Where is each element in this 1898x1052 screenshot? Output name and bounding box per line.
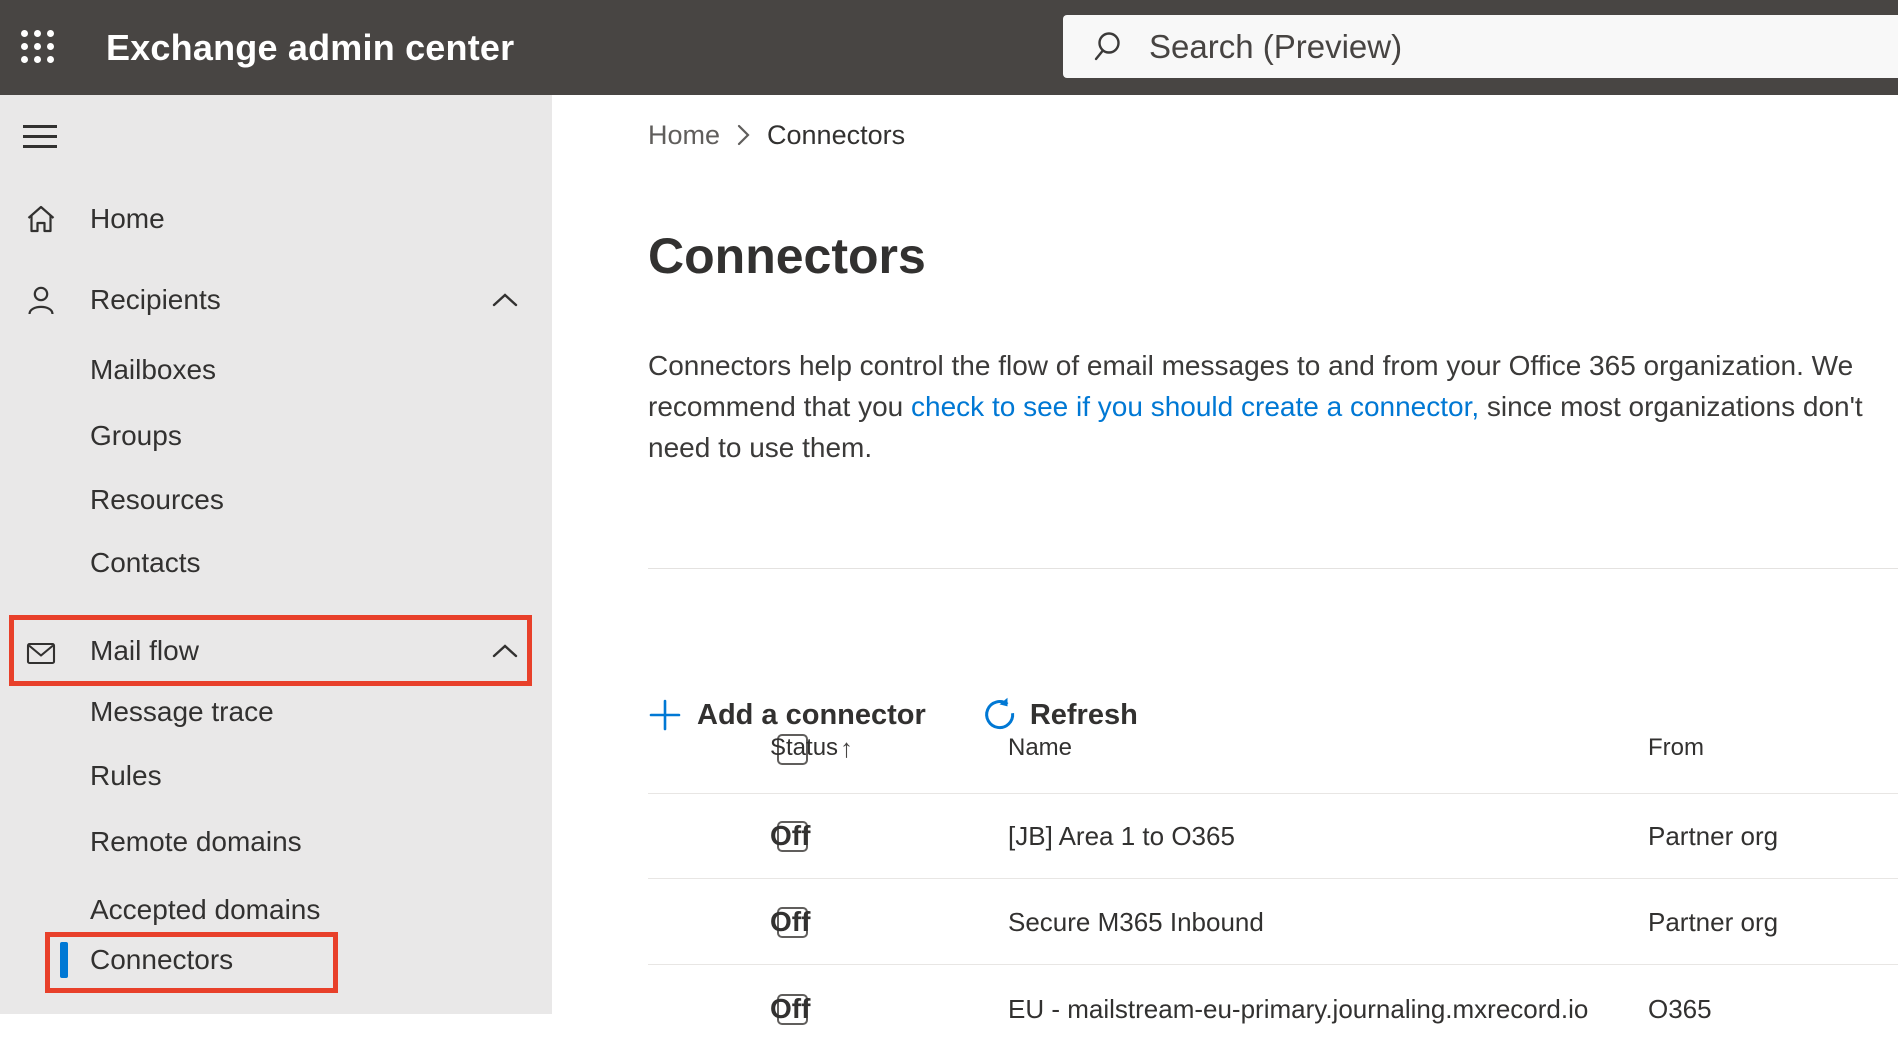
sidebar-item-label: Remote domains [90,826,302,857]
sidebar-item-label: Resources [90,484,224,515]
sidebar-nav: Home Recipients Mailboxes Groups Resourc… [0,95,552,1014]
table-row[interactable]: Off Secure M365 Inbound Partner org [648,879,1898,965]
cell-from: O365 [1648,994,1712,1024]
cell-name: [JB] Area 1 to O365 [1008,821,1235,851]
sidebar-item-label: Rules [90,760,162,791]
cell-status: Off [770,906,811,937]
home-icon [25,203,57,235]
breadcrumb: Home Connectors [648,117,905,153]
sidebar-item-label: Mail flow [90,635,199,666]
cell-from: Partner org [1648,907,1779,937]
search-icon [1094,32,1120,61]
sort-ascending-icon: ↑ [840,733,853,763]
sidebar-item-mail-flow[interactable]: Mail flow [0,627,552,675]
cell-name: Secure M365 Inbound [1008,907,1264,937]
chevron-up-icon[interactable] [492,644,518,663]
cell-from: Partner org [1648,821,1779,851]
column-header-status[interactable]: Status [770,703,838,793]
cell-status: Off [770,993,811,1024]
sidebar-item-recipients[interactable]: Recipients [0,276,552,324]
person-icon [25,284,57,316]
sidebar-item-mailboxes[interactable]: Mailboxes [0,346,552,394]
app-launcher-icon[interactable] [21,30,57,66]
sidebar-item-label: Groups [90,420,182,451]
sidebar-item-label: Message trace [90,696,274,727]
hamburger-icon [23,125,57,128]
top-app-bar: Exchange admin center Search (Preview) [0,0,1898,95]
sidebar-item-home[interactable]: Home [0,195,552,243]
sidebar-item-label: Connectors [90,944,234,975]
sidebar-item-resources[interactable]: Resources [0,476,552,524]
menu-toggle-button[interactable] [23,125,57,150]
app-title: Exchange admin center [106,27,515,68]
row-divider [648,964,1898,965]
main-content: Home Connectors Connectors Connectors he… [552,95,1898,1025]
sidebar-item-accepted-domains[interactable]: Accepted domains [0,886,552,934]
create-connector-check-link[interactable]: check to see if you should create a conn… [911,391,1479,422]
page-description: Connectors help control the flow of emai… [648,345,1868,468]
table-row[interactable]: Off EU - mailstream-eu-primary.journalin… [648,966,1898,1052]
chevron-up-icon[interactable] [492,293,518,312]
sidebar-item-remote-domains[interactable]: Remote domains [0,818,552,866]
sidebar-item-label: Accepted domains [90,894,321,925]
cell-name: EU - mailstream-eu-primary.journaling.mx… [1008,994,1589,1024]
column-header-name[interactable]: Name [1008,703,1072,793]
column-header-from[interactable]: From [1648,703,1704,793]
breadcrumb-home-link[interactable]: Home [648,120,720,151]
table-row[interactable]: Off [JB] Area 1 to O365 Partner org [648,793,1898,879]
sidebar-item-label: Home [90,203,165,234]
sidebar-item-message-trace[interactable]: Message trace [0,688,552,736]
sidebar-item-connectors[interactable]: Connectors [0,936,552,984]
cell-status: Off [770,820,811,851]
search-input[interactable]: Search (Preview) [1063,15,1898,78]
mail-icon [25,637,57,669]
table-header-row: Status ↑ Name From [648,703,1898,793]
sidebar-item-label: Mailboxes [90,354,217,385]
sidebar-item-rules[interactable]: Rules [0,752,552,800]
toolbar-divider [648,568,1898,569]
breadcrumb-current: Connectors [767,119,906,150]
sidebar-item-label: Contacts [90,547,201,578]
sidebar-item-groups[interactable]: Groups [0,412,552,460]
chevron-right-icon [737,124,750,146]
sidebar-item-contacts[interactable]: Contacts [0,539,552,587]
sidebar-item-label: Recipients [90,284,221,315]
page-title: Connectors [648,228,926,284]
search-placeholder: Search (Preview) [1149,28,1403,65]
